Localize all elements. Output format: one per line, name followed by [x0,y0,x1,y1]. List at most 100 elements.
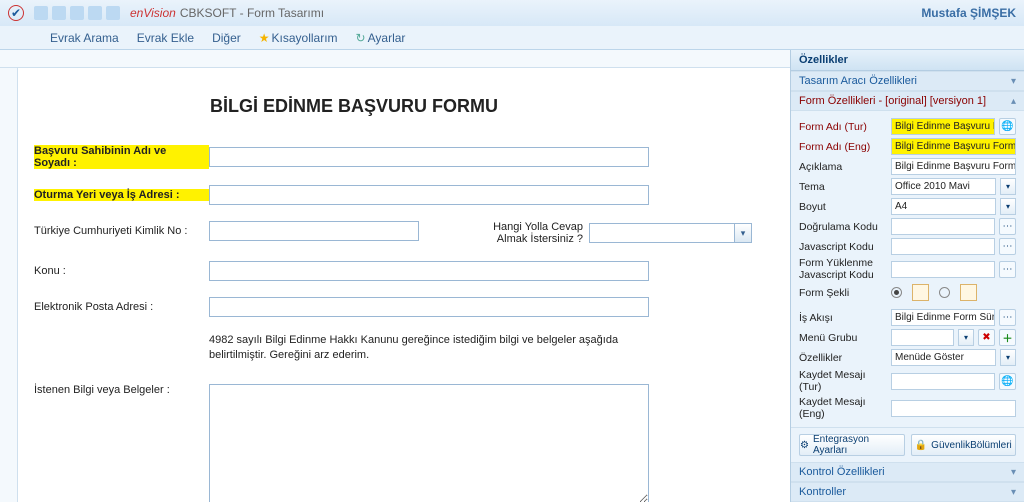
pval-form-adi-tur[interactable]: Bilgi Edinme Başvuru Formu [891,118,995,135]
design-canvas[interactable]: BİLGİ EDİNME BAŞVURU FORMU Başvuru Sahib… [18,68,790,502]
user-name: Mustafa ŞİMŞEK [921,6,1016,20]
section-tool-properties[interactable]: Tasarım Aracı Özellikleri▾ [791,71,1024,91]
qat-icon[interactable] [34,6,48,20]
label-requested: İstenen Bilgi veya Belgeler : [34,384,209,396]
pval-tema[interactable]: Office 2010 Mavi [891,178,996,195]
window-titlebar: ✔ enVision CBKSOFT - Form Tasarımı Musta… [0,0,1024,26]
gear-icon: ⚙ [800,440,809,451]
plabel-is-akisi: İş Akışı [799,312,887,324]
pval-kaydet-tur[interactable] [891,373,995,390]
label-reply-by: Hangi Yolla Cevap Almak İstersiniz ? [479,221,589,245]
dropdown-icon[interactable]: ▾ [958,329,974,346]
label-name: Başvuru Sahibinin Adı ve Soyadı : [34,145,209,169]
add-icon[interactable]: ＋ [999,329,1016,346]
pval-kaydet-eng[interactable] [891,400,1016,417]
plabel-form-sekli: Form Şekli [799,287,887,299]
horizontal-ruler [0,50,790,68]
plabel-form-adi-tur: Form Adı (Tur) [799,121,887,133]
page-multi-icon [960,284,977,301]
section-form-properties[interactable]: Form Özellikleri - [original] [versiyon … [791,91,1024,111]
plabel-boyut: Boyut [799,201,887,213]
chevron-down-icon: ▾ [1011,487,1016,498]
panel-header: Özellikler [791,50,1024,71]
dropdown-icon[interactable]: ▾ [1000,178,1016,195]
app-logo-icon: ✔ [8,5,24,21]
pval-js[interactable] [891,238,995,255]
properties-panel: Özellikler Tasarım Aracı Özellikleri▾ Fo… [790,50,1024,502]
menu-evrak-ekle[interactable]: Evrak Ekle [137,31,194,45]
plabel-js: Javascript Kodu [799,241,887,253]
form-title: BİLGİ EDİNME BAŞVURU FORMU [34,78,674,145]
input-email[interactable] [209,297,649,317]
menu-kisayollarim[interactable]: ★Kısayollarım [259,31,338,45]
panel-button-bar: ⚙Entegrasyon Ayarları 🔒GüvenlikBölümleri [791,427,1024,462]
pval-aciklama[interactable]: Bilgi Edinme Başvuru Formu [891,158,1016,175]
globe-icon[interactable]: 🌐 [999,118,1016,135]
ellipsis-icon[interactable]: ⋯ [999,261,1016,278]
section-kontroller[interactable]: Kontroller▾ [791,482,1024,502]
page-single-icon [912,284,929,301]
qat-icon[interactable] [106,6,120,20]
qat-icon[interactable] [52,6,66,20]
input-address[interactable] [209,185,649,205]
label-tc: Türkiye Cumhuriyeti Kimlik No : [34,225,209,237]
lock-icon: 🔒 [915,440,927,451]
input-name[interactable] [209,147,649,167]
plabel-dogrulama: Doğrulama Kodu [799,221,887,233]
radio-page-single[interactable] [891,287,902,298]
plabel-form-adi-eng: Form Adı (Eng) [799,141,887,153]
plabel-kaydet-tur: Kaydet Mesajı (Tur) [799,369,887,393]
refresh-icon: ↻ [356,31,366,45]
plabel-aciklama: Açıklama [799,161,887,173]
design-canvas-wrap: db_cvp_list BİLGİ EDİNME BAŞVURU FORMU B… [0,50,790,502]
input-tc[interactable] [209,221,419,241]
note-text: 4982 sayılı Bilgi Edinme Hakkı Kanunu ge… [209,333,649,364]
star-icon: ★ [259,31,270,45]
plabel-form-yuk-js: Form Yüklenme Javascript Kodu [799,258,887,281]
qat-icon[interactable] [88,6,102,20]
menu-diger[interactable]: Diğer [212,31,241,45]
radio-page-multi[interactable] [939,287,950,298]
app-title: CBKSOFT - Form Tasarımı [180,6,324,20]
menu-ayarlar[interactable]: ↻Ayarlar [356,31,406,45]
pval-ozellikler[interactable]: Menüde Göster [891,349,996,366]
form-properties-body: Form Adı (Tur) Bilgi Edinme Başvuru Form… [791,111,1024,427]
menu-evrak-arama[interactable]: Evrak Arama [50,31,119,45]
pval-boyut[interactable]: A4 [891,198,996,215]
label-address: Oturma Yeri veya İş Adresi : [34,189,209,201]
delete-icon[interactable]: ✖ [978,329,995,346]
label-subject: Konu : [34,265,209,277]
pval-is-akisi[interactable]: Bilgi Edinme Form Süreci [891,309,995,326]
form-shape-radios [891,284,977,301]
ellipsis-icon[interactable]: ⋯ [999,309,1016,326]
plabel-kaydet-eng: Kaydet Mesajı (Eng) [799,396,887,420]
globe-icon[interactable]: 🌐 [999,373,1016,390]
label-email: Elektronik Posta Adresi : [34,301,209,313]
textarea-requested[interactable] [209,384,649,502]
chevron-down-icon: ▾ [1011,76,1016,87]
ribbon-menubar: Evrak Arama Evrak Ekle Diğer ★Kısayollar… [0,26,1024,50]
pval-menu-grubu[interactable] [891,329,954,346]
ellipsis-icon[interactable]: ⋯ [999,238,1016,255]
plabel-ozellikler: Özellikler [799,352,887,364]
plabel-menu-grubu: Menü Grubu [799,332,887,344]
security-sections-button[interactable]: 🔒GüvenlikBölümleri [911,434,1017,456]
brand-text: enVision [130,6,176,20]
quick-access-toolbar [34,6,120,20]
pval-form-yuk-js[interactable] [891,261,995,278]
plabel-tema: Tema [799,181,887,193]
vertical-ruler [0,68,18,502]
pval-form-adi-eng[interactable]: Bilgi Edinme Başvuru Formu [891,138,1016,155]
dropdown-icon[interactable]: ▾ [1000,198,1016,215]
dropdown-icon[interactable]: ▾ [1000,349,1016,366]
integration-settings-button[interactable]: ⚙Entegrasyon Ayarları [799,434,905,456]
pval-dogrulama[interactable] [891,218,995,235]
dropdown-reply-by-icon[interactable]: ▾ [734,223,752,243]
input-subject[interactable] [209,261,649,281]
chevron-up-icon: ▴ [1011,96,1016,107]
section-kontrol-ozellikleri[interactable]: Kontrol Özellikleri▾ [791,462,1024,482]
qat-icon[interactable] [70,6,84,20]
chevron-down-icon: ▾ [1011,467,1016,478]
ellipsis-icon[interactable]: ⋯ [999,218,1016,235]
input-reply-by[interactable] [589,223,734,243]
